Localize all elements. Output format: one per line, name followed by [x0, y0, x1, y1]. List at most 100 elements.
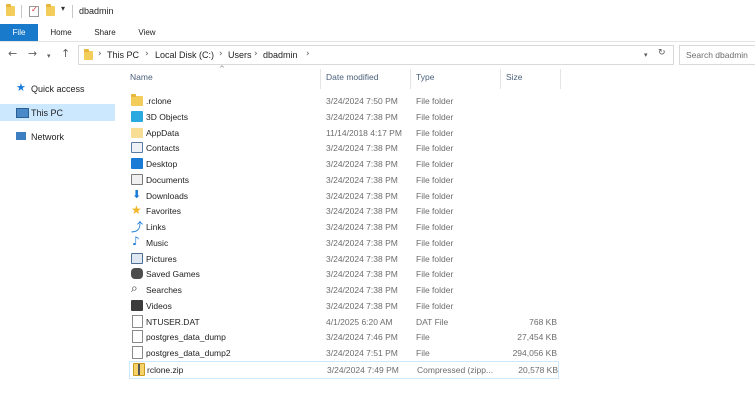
file-date-modified: 3/24/2024 7:38 PM [326, 143, 398, 154]
tab-home[interactable]: Home [46, 24, 76, 41]
nav-item-quick-access[interactable]: ★ Quick access [0, 80, 115, 97]
file-name: Contacts [146, 143, 180, 154]
file-name: Links [146, 222, 166, 232]
folder-icon [131, 94, 143, 106]
column-header-size[interactable]: Size [506, 72, 523, 82]
search-placeholder: Search dbadmin [686, 50, 748, 60]
file-date-modified: 3/24/2024 7:38 PM [326, 253, 398, 264]
file-date-modified: 3/24/2024 7:49 PM [327, 364, 399, 375]
folder-icon [6, 4, 15, 16]
file-date-modified: 3/24/2024 7:38 PM [326, 269, 398, 280]
title-bar: ✓ ▾ dbadmin [0, 0, 755, 24]
file-row[interactable]: rclone.zip 3/24/2024 7:49 PM Compressed (z… [129, 360, 559, 379]
contacts-icon [131, 142, 143, 154]
file-row[interactable]: Desktop 3/24/2024 7:38 PM File folder [129, 156, 557, 172]
chevron-right-icon[interactable]: › [306, 49, 310, 59]
file-row[interactable]: Contacts 3/24/2024 7:38 PM File folder [129, 140, 557, 156]
file-row[interactable]: Links 3/24/2024 7:38 PM File folder [129, 218, 557, 235]
search-input[interactable]: Search dbadmin [679, 45, 755, 65]
file-row[interactable]: Favorites 3/24/2024 7:38 PM File folder [129, 203, 557, 219]
toolbar-divider [21, 5, 22, 18]
file-date-modified: 3/24/2024 7:38 PM [326, 300, 398, 311]
documents-icon [131, 173, 143, 185]
column-header-date[interactable]: Date modified [326, 72, 378, 82]
nav-item-label: Quick access [31, 84, 85, 94]
file-size: 294,056 KB [512, 348, 557, 358]
file-name: Music [146, 237, 169, 248]
back-arrow-icon[interactable]: ← [8, 48, 17, 60]
refresh-icon[interactable]: ↻ [658, 48, 666, 58]
column-header-name[interactable]: Name [130, 72, 153, 82]
recent-locations-icon[interactable]: ▾ [47, 50, 51, 62]
column-divider[interactable] [410, 69, 411, 89]
chevron-right-icon[interactable]: › [254, 49, 258, 59]
file-type: File folder [416, 143, 454, 154]
tab-view[interactable]: View [133, 24, 161, 41]
customize-toolbar-icon[interactable]: ▾ [61, 4, 70, 14]
column-divider[interactable] [560, 69, 561, 89]
chevron-right-icon[interactable]: › [219, 49, 223, 59]
address-dropdown-icon[interactable]: ▾ [644, 51, 648, 59]
file-row[interactable]: Documents 3/24/2024 7:38 PM File folder [129, 172, 557, 188]
tab-share[interactable]: Share [90, 24, 120, 41]
nav-item-this-pc[interactable]: This PC [0, 104, 115, 121]
downloads-icon [131, 188, 143, 201]
ribbon-tabs: File Home Share View [0, 24, 755, 42]
file-row[interactable]: postgres_data_dump 3/24/2024 7:46 PM File 2… [129, 329, 557, 345]
3d-objects-icon [131, 110, 143, 122]
file-type: File folder [416, 159, 454, 169]
links-icon [131, 218, 143, 235]
column-header-type[interactable]: Type [416, 72, 434, 82]
sort-ascending-icon: ^ [219, 65, 225, 73]
chevron-right-icon[interactable]: › [98, 49, 102, 59]
folder-icon [84, 49, 93, 60]
address-bar[interactable]: › This PC › Local Disk (C:) › Users › db… [78, 45, 674, 65]
favorites-icon [131, 203, 143, 217]
properties-icon[interactable]: ✓ [29, 5, 39, 17]
file-type: File folder [416, 127, 454, 138]
column-divider[interactable] [320, 69, 321, 89]
network-icon [16, 132, 26, 140]
file-type: File folder [416, 237, 454, 248]
nav-item-network[interactable]: Network [0, 128, 115, 145]
file-date-modified: 3/24/2024 7:38 PM [326, 190, 398, 201]
new-folder-icon[interactable] [46, 4, 55, 16]
file-date-modified: 3/24/2024 7:38 PM [326, 206, 398, 217]
file-row[interactable]: AppData 11/14/2018 4:17 PM File folder [129, 125, 557, 141]
file-name: Saved Games [146, 269, 200, 280]
file-row[interactable]: Downloads 3/24/2024 7:38 PM File folder [129, 188, 557, 204]
file-date-modified: 3/24/2024 7:38 PM [326, 159, 398, 169]
file-row[interactable]: Saved Games 3/24/2024 7:38 PM File folder [129, 266, 557, 282]
tab-file[interactable]: File [0, 24, 38, 41]
file-name: Videos [146, 300, 172, 311]
chevron-right-icon[interactable]: › [145, 49, 149, 59]
file-row[interactable]: Music 3/24/2024 7:38 PM File folder [129, 234, 557, 251]
file-row[interactable]: Searches 3/24/2024 7:38 PM File folder [129, 281, 557, 298]
file-size: 20,578 KB [518, 364, 558, 375]
file-date-modified: 3/24/2024 7:51 PM [326, 348, 398, 358]
file-row[interactable]: .rclone 3/24/2024 7:50 PM File folder [129, 93, 557, 109]
address-row: ← → ▾ ↑ › This PC › Local Disk (C:) › Us… [0, 43, 755, 67]
breadcrumb-users[interactable]: Users [228, 50, 252, 60]
file-date-modified: 3/24/2024 7:38 PM [326, 111, 398, 122]
pictures-icon [131, 252, 143, 264]
videos-icon [131, 299, 143, 311]
file-icon [132, 314, 143, 328]
file-name: Searches [146, 285, 182, 295]
file-name: .rclone [146, 96, 172, 106]
file-row[interactable]: postgres_data_dump2 3/24/2024 7:51 PM File… [129, 345, 557, 361]
file-row[interactable]: Videos 3/24/2024 7:38 PM File folder [129, 298, 557, 314]
file-row[interactable]: NTUSER.DAT 4/1/2025 6:20 AM DAT File 768 KB [129, 314, 557, 330]
breadcrumb-dbadmin[interactable]: dbadmin [263, 50, 298, 60]
file-row[interactable]: 3D Objects 3/24/2024 7:38 PM File folder [129, 109, 557, 125]
breadcrumb-local-disk[interactable]: Local Disk (C:) [155, 50, 214, 60]
up-arrow-icon[interactable]: ↑ [61, 48, 70, 60]
toolbar-divider [72, 5, 73, 18]
breadcrumb-this-pc[interactable]: This PC [107, 50, 139, 60]
column-divider[interactable] [500, 69, 501, 89]
file-date-modified: 3/24/2024 7:38 PM [326, 222, 398, 232]
file-row[interactable]: Pictures 3/24/2024 7:38 PM File folder [129, 251, 557, 267]
forward-arrow-icon[interactable]: → [28, 48, 37, 60]
nav-item-label: This PC [31, 108, 64, 118]
file-type: File folder [416, 300, 454, 311]
